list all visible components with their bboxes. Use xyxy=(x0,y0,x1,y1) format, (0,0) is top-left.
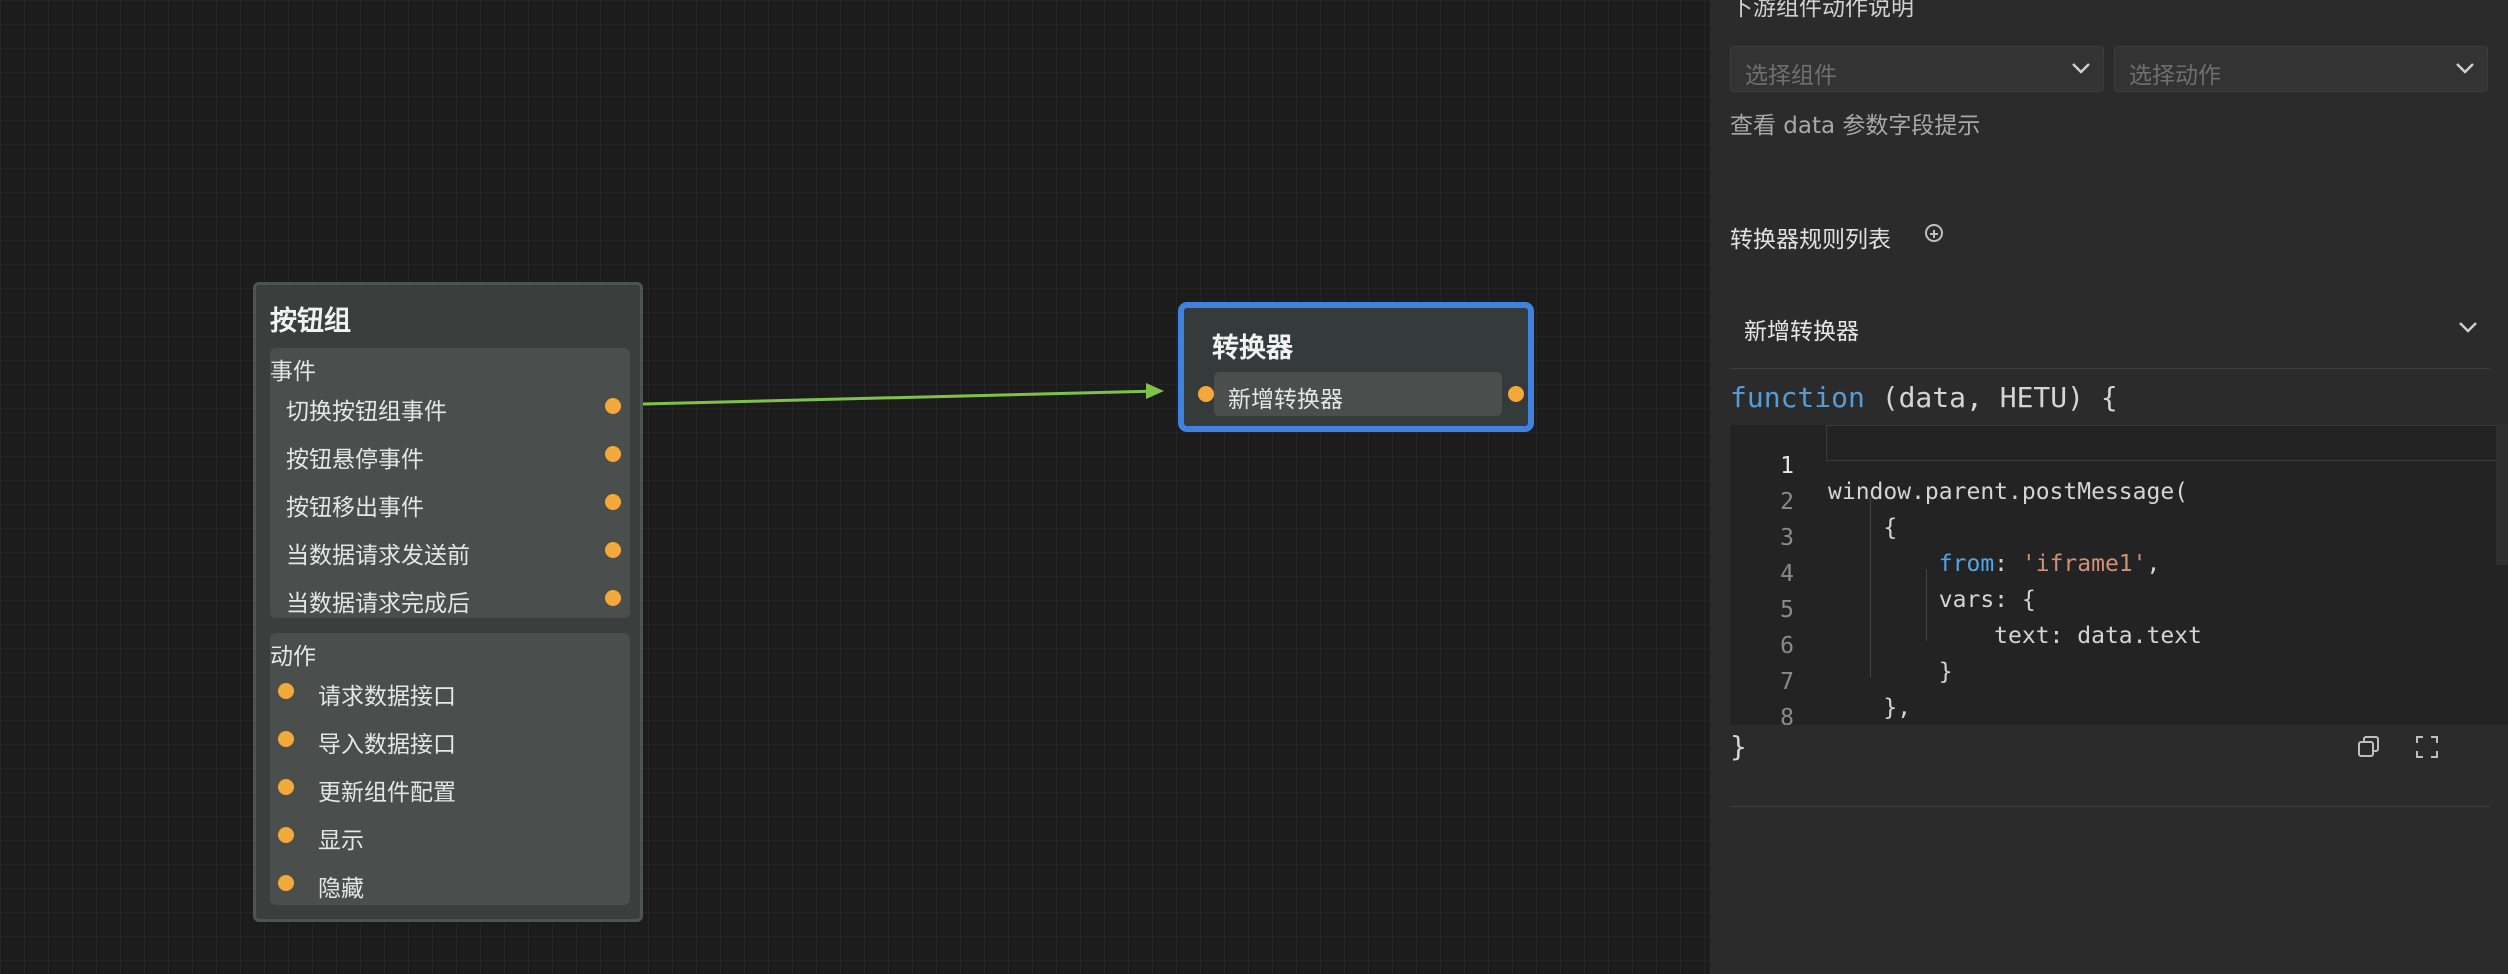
event-label: 切换按钮组事件 xyxy=(286,399,447,425)
event-label: 当数据请求完成后 xyxy=(286,591,470,617)
code-editor[interactable]: 1 window.parent.postMessage( 2 { 3 from:… xyxy=(1730,425,2508,725)
downstream-label: 下游组件动作说明 xyxy=(1730,0,1914,21)
converter-item-label: 新增转换器 xyxy=(1228,387,1343,413)
function-keyword: function xyxy=(1730,381,1865,414)
action-port-row[interactable]: 导入数据接口 xyxy=(270,719,630,759)
converter-item[interactable]: 新增转换器 xyxy=(1214,372,1502,416)
actions-label: 动作 xyxy=(270,644,316,670)
code-line: 3 from: 'iframe1', xyxy=(1730,499,2508,577)
event-port-row[interactable]: 当数据请求发送前 xyxy=(270,530,630,570)
add-circle-icon[interactable] xyxy=(1925,224,1943,242)
output-port-dot[interactable] xyxy=(1508,386,1524,402)
select-placeholder: 选择组件 xyxy=(1745,63,1837,89)
output-port-dot[interactable] xyxy=(605,542,621,558)
node-title: 按钮组 xyxy=(270,306,351,337)
code-line: 7 }, xyxy=(1730,643,2508,721)
chevron-down-icon xyxy=(2072,63,2090,74)
chevron-down-icon xyxy=(2459,322,2477,333)
output-port-dot[interactable] xyxy=(605,398,621,414)
input-port-dot[interactable] xyxy=(278,827,294,843)
event-label: 当数据请求发送前 xyxy=(286,543,470,569)
converter-collapse-header[interactable]: 新增转换器 xyxy=(1730,306,2490,356)
node-title: 转换器 xyxy=(1212,333,1293,364)
rules-list-label: 转换器规则列表 xyxy=(1730,227,1891,253)
edge-arrow-icon xyxy=(1146,383,1164,399)
event-port-row[interactable]: 按钮移出事件 xyxy=(270,482,630,522)
function-params: (data, HETU) { xyxy=(1864,381,2118,414)
events-section: 事件 切换按钮组事件 按钮悬停事件 按钮移出事件 当数据请求发送前 当数据请求完… xyxy=(270,348,630,618)
action-port-row[interactable]: 显示 xyxy=(270,815,630,855)
event-port-row[interactable]: 切换按钮组事件 xyxy=(270,386,630,426)
output-port-dot[interactable] xyxy=(605,590,621,606)
input-port-dot[interactable] xyxy=(278,683,294,699)
actions-section: 动作 请求数据接口 导入数据接口 更新组件配置 显示 隐藏 xyxy=(270,633,630,905)
action-label: 导入数据接口 xyxy=(318,732,456,758)
select-action-dropdown[interactable]: 选择动作 xyxy=(2114,46,2488,92)
code-line: 9 ) xyxy=(1730,715,2508,725)
event-port-row[interactable]: 当数据请求完成后 xyxy=(270,578,630,618)
event-port-row[interactable]: 按钮悬停事件 xyxy=(270,434,630,474)
divider xyxy=(1730,368,2490,369)
select-placeholder: 选择动作 xyxy=(2129,63,2221,89)
flow-canvas[interactable]: 按钮组 事件 切换按钮组事件 按钮悬停事件 按钮移出事件 当数据请求发送前 当数… xyxy=(0,0,1710,974)
code-line: 4 vars: { xyxy=(1730,535,2508,613)
function-signature: function (data, HETU) { xyxy=(1730,381,2118,414)
action-label: 显示 xyxy=(318,828,364,854)
converter-title: 新增转换器 xyxy=(1744,319,1859,345)
code-line: 1 window.parent.postMessage( xyxy=(1730,427,2508,505)
input-port-dot[interactable] xyxy=(1198,386,1214,402)
input-port-dot[interactable] xyxy=(278,875,294,891)
edge-connector[interactable] xyxy=(642,389,1161,406)
code-line: 8 '*' xyxy=(1730,679,2508,725)
divider xyxy=(1730,806,2490,807)
output-port-dot[interactable] xyxy=(605,494,621,510)
action-port-row[interactable]: 请求数据接口 xyxy=(270,671,630,711)
input-port-dot[interactable] xyxy=(278,779,294,795)
event-label: 按钮移出事件 xyxy=(286,495,424,521)
button-group-node[interactable]: 按钮组 事件 切换按钮组事件 按钮悬停事件 按钮移出事件 当数据请求发送前 当数… xyxy=(253,282,643,922)
copy-icon[interactable] xyxy=(2356,734,2382,760)
events-label: 事件 xyxy=(270,359,316,385)
code-line: 2 { xyxy=(1730,463,2508,541)
code-line: 6 } xyxy=(1730,607,2508,685)
action-port-row[interactable]: 隐藏 xyxy=(270,863,630,903)
select-component-dropdown[interactable]: 选择组件 xyxy=(1730,46,2104,92)
event-label: 按钮悬停事件 xyxy=(286,447,424,473)
properties-panel: 下游组件动作说明 选择组件 选择动作 查看 data 参数字段提示 转换器规则列… xyxy=(1710,0,2508,974)
action-label: 隐藏 xyxy=(318,876,364,902)
function-close-brace: } xyxy=(1730,730,1747,763)
data-hint-link[interactable]: 查看 data 参数字段提示 xyxy=(1730,106,1980,140)
output-port-dot[interactable] xyxy=(605,446,621,462)
converter-node[interactable]: 转换器 新增转换器 xyxy=(1178,302,1534,432)
chevron-down-icon xyxy=(2456,63,2474,74)
action-port-row[interactable]: 更新组件配置 xyxy=(270,767,630,807)
input-port-dot[interactable] xyxy=(278,731,294,747)
fullscreen-icon[interactable] xyxy=(2414,734,2440,760)
code-line: 5 text: data.text xyxy=(1730,571,2508,649)
action-label: 请求数据接口 xyxy=(318,684,456,710)
action-label: 更新组件配置 xyxy=(318,780,456,806)
